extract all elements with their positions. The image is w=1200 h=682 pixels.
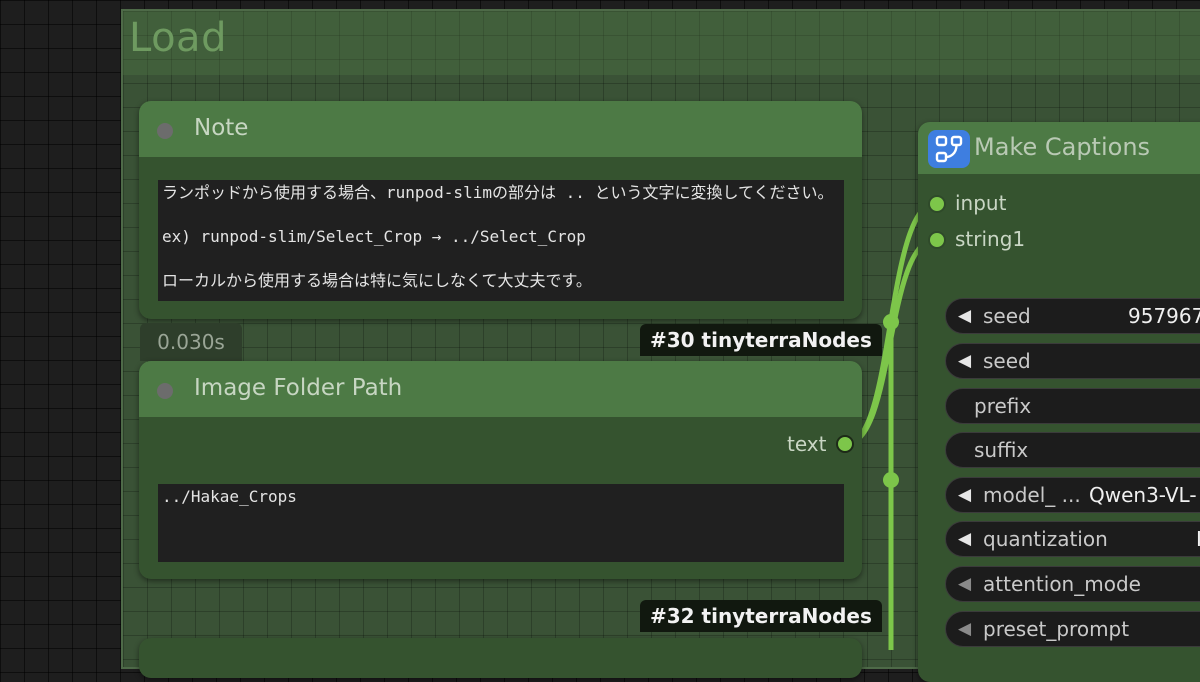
collapse-dot-icon[interactable]	[157, 123, 173, 139]
input-slot-input[interactable]	[928, 195, 946, 213]
note-node-badge: #30 tinyterraNodes	[640, 324, 882, 356]
input-label-string1: string1	[955, 227, 1026, 251]
partial-node-bottom[interactable]	[139, 638, 862, 678]
image-folder-path-title: Image Folder Path	[194, 375, 403, 401]
note-node-title: Note	[194, 115, 249, 141]
widget-label: model_ ...	[983, 483, 1081, 507]
widget-value: I	[1196, 527, 1200, 551]
note-textarea[interactable]: ランポッドから使用する場合、runpod-slimの部分は .. という文字に変…	[158, 180, 844, 301]
note-node[interactable]: Note ランポッドから使用する場合、runpod-slimの部分は .. とい…	[139, 101, 862, 319]
widget-label: seed	[983, 349, 1031, 373]
workflow-icon	[928, 130, 970, 168]
widget-suffix[interactable]: suffix	[945, 432, 1200, 468]
widget-model[interactable]: ◀ model_ ... Qwen3-VL-	[945, 477, 1200, 513]
widget-label: seed	[983, 304, 1031, 328]
output-slot-text[interactable]	[836, 435, 854, 453]
image-folder-path-badge: #32 tinyterraNodes	[640, 600, 882, 632]
widget-preset-prompt[interactable]: ◀ preset_prompt	[945, 611, 1200, 647]
make-captions-title: Make Captions	[974, 133, 1151, 161]
execution-time-badge: 0.030s	[140, 323, 242, 361]
widget-label: attention_mode	[983, 572, 1141, 596]
folder-path-textarea[interactable]: ../Hakae_Crops	[158, 484, 844, 562]
widget-seed[interactable]: ◀ seed 957967	[945, 298, 1200, 334]
collapse-dot-icon[interactable]	[157, 383, 173, 399]
output-label-text: text	[787, 432, 827, 456]
decrement-arrow-icon[interactable]: ◀	[958, 567, 971, 601]
decrement-arrow-icon[interactable]: ◀	[958, 344, 971, 378]
decrement-arrow-icon[interactable]: ◀	[958, 299, 971, 333]
input-label-input: input	[955, 191, 1007, 215]
widget-seed-control[interactable]: ◀ seed	[945, 343, 1200, 379]
widget-prefix[interactable]: prefix	[945, 388, 1200, 424]
image-folder-path-header[interactable]: Image Folder Path	[139, 361, 862, 417]
widget-attention-mode[interactable]: ◀ attention_mode	[945, 566, 1200, 602]
widget-value: Qwen3-VL-	[1089, 483, 1197, 507]
decrement-arrow-icon[interactable]: ◀	[958, 612, 971, 646]
input-slot-string1[interactable]	[928, 231, 946, 249]
widget-value: 957967	[1128, 304, 1200, 328]
image-folder-path-node[interactable]: Image Folder Path text ../Hakae_Crops	[139, 361, 862, 579]
group-title: Load	[129, 15, 227, 61]
widget-label: preset_prompt	[983, 617, 1130, 641]
widget-label: suffix	[974, 438, 1029, 462]
decrement-arrow-icon[interactable]: ◀	[958, 478, 971, 512]
note-node-header[interactable]: Note	[139, 101, 862, 157]
widget-quantization[interactable]: ◀ quantization I	[945, 521, 1200, 557]
group-header[interactable]: Load	[123, 11, 1200, 75]
widget-label: quantization	[983, 527, 1108, 551]
decrement-arrow-icon[interactable]: ◀	[958, 522, 971, 556]
widget-label: prefix	[974, 394, 1032, 418]
